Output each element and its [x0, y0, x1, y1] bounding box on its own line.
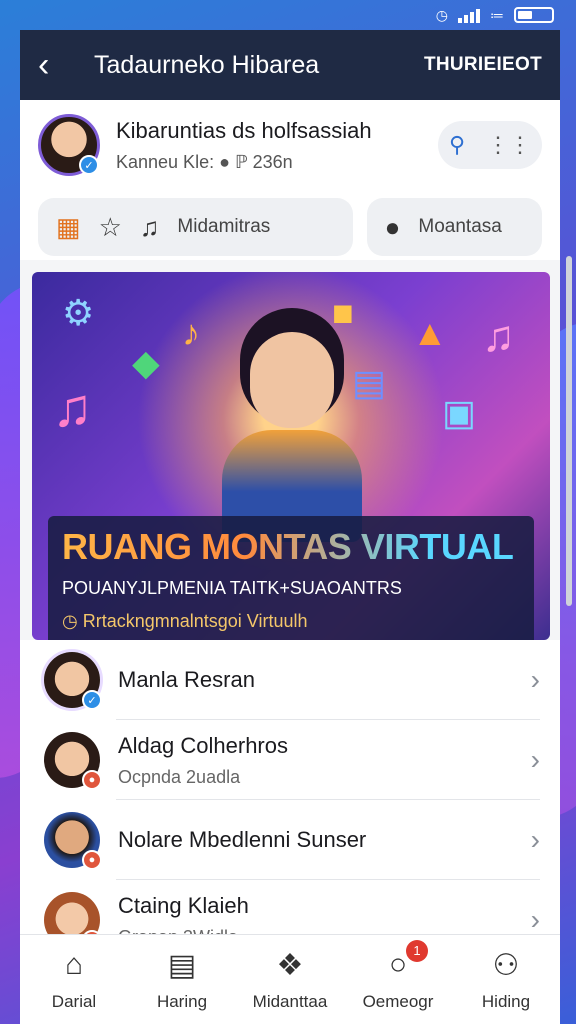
banner-caption: RUANG MONTAS VIRTUAL POUANYJLPMENIA TAIT…: [48, 516, 534, 640]
list-item[interactable]: ● Aldag Colherhros Ocpnda 2uadla ›: [20, 720, 560, 800]
tab-chat[interactable]: ○ 1 Oemeogr: [348, 939, 448, 1012]
tab-label: Haring: [156, 991, 208, 1011]
document-icon: ▤: [167, 948, 197, 982]
music-note-icon: ♪: [182, 312, 200, 353]
status-badge-icon: ●: [82, 770, 102, 790]
list-item-name: Aldag Colherhros: [118, 732, 288, 758]
status-badge-icon: ●: [82, 850, 102, 870]
music-note-icon: ♫: [52, 378, 93, 438]
tab-profile[interactable]: ⚇ Hiding: [456, 948, 556, 1012]
profile-name: Kibaruntias ds holfsassiah: [116, 117, 372, 143]
chip-moantasa[interactable]: ● Moantasa: [366, 198, 542, 256]
header-action-label[interactable]: THURIEIEOT: [424, 54, 542, 76]
banner-title: RUANG MONTAS VIRTUAL: [62, 526, 520, 568]
battery-icon: [514, 7, 554, 23]
art-supplies-icon: ▦: [56, 211, 81, 242]
chat-icon: ○: [388, 947, 408, 981]
profile-subtitle: Kanneu Kle: ● ℙ 236n: [116, 152, 438, 173]
app-window: ‹ Tadaurneko Hibarea THURIEIEOT ✓ Kibaru…: [20, 30, 560, 1024]
banner-meta-text: Rrtackngmnalntsgoi Virtuulh: [82, 611, 308, 631]
chevron-right-icon: ›: [530, 824, 540, 855]
verified-badge-icon: ✓: [79, 155, 99, 175]
lock-icon: ●: [384, 211, 401, 242]
banner-subtitle: POUANYJLPMENIA TAITK+SUAOANTRS: [62, 578, 402, 598]
clock-icon: ◷: [62, 611, 78, 631]
profile-count: 236n: [252, 151, 293, 172]
back-arrow-icon[interactable]: ‹: [38, 48, 78, 82]
tab-label: Darial: [51, 991, 97, 1011]
verified-badge-icon: ✓: [82, 690, 102, 710]
avatar: ●: [44, 812, 102, 870]
list-item[interactable]: ● Nolare Mbedlenni Sunser ›: [20, 800, 560, 880]
star-icon[interactable]: ☆: [99, 212, 122, 243]
alarm-icon: ◷: [435, 6, 448, 23]
signal-icon: [458, 7, 480, 23]
person-icon: ℙ: [234, 151, 248, 172]
grid-icon: ❖: [276, 948, 304, 982]
list-item-name: Nolare Mbedlenni Sunser: [118, 827, 367, 852]
profile-subtitle-text: Kanneu Kle:: [116, 151, 215, 172]
chip-label: Midamitras: [177, 216, 271, 237]
list-item-name: Ctaing Klaieh: [118, 892, 249, 918]
page-title: Tadaurneko Hibarea: [94, 50, 320, 79]
profile-actions: ⚲ ⋮⋮: [438, 121, 542, 169]
hero-illustration: [222, 312, 362, 542]
status-bar: ◷ ≔: [0, 0, 576, 30]
chevron-right-icon: ›: [530, 904, 540, 935]
tab-document[interactable]: ▤ Haring: [132, 948, 232, 1012]
notification-badge: 1: [406, 939, 428, 962]
gem-icon: ◆: [132, 342, 160, 383]
chevron-right-icon: ›: [530, 664, 540, 695]
chip-midamitras[interactable]: ▦ ☆ ♫ Midamitras: [38, 198, 353, 256]
profile-icon: ⚇: [492, 948, 520, 982]
profile-card: ✓ Kibaruntias ds holfsassiah Kanneu Kle:…: [20, 100, 560, 260]
scrollbar[interactable]: [566, 256, 572, 606]
tab-label: Hiding: [481, 991, 531, 1011]
music-note-icon: ♫: [482, 312, 515, 361]
avatar: ●: [44, 732, 102, 790]
tab-label: Oemeogr: [362, 991, 434, 1011]
tab-label: Midanttaa: [252, 991, 328, 1011]
video-card-icon: ▣: [442, 392, 477, 433]
avatar: ✓: [44, 652, 102, 710]
filter-icon[interactable]: ⋮⋮: [487, 132, 531, 158]
bottom-tab-bar: ⌂ Darial ▤ Haring ❖ Midanttaa ○ 1 Oemeog…: [20, 934, 560, 1024]
top-bar: ‹ Tadaurneko Hibarea THURIEIEOT: [20, 30, 560, 100]
chat-bubble-icon: ●: [219, 151, 230, 172]
hero-banner[interactable]: ⚙ ◆ ♫ ♪ ■ ▲ ♫ ▤ ▣ RUANG MONTAS VIRTUAL P…: [32, 272, 550, 640]
contact-list: ✓ Manla Resran › ● Aldag Colherhros Ocpn…: [20, 640, 560, 960]
tab-home[interactable]: ⌂ Darial: [24, 948, 124, 1012]
list-item-name: Manla Resran: [118, 667, 255, 692]
gear-icon: ⚙: [62, 292, 95, 333]
banner-meta: ◷ Rrtackngmnalntsgoi Virtuulh: [62, 611, 520, 632]
chip-row: ▦ ☆ ♫ Midamitras ● Moantasa: [38, 198, 542, 256]
chip-label: Moantasa: [418, 216, 502, 237]
avatar[interactable]: ✓: [38, 114, 100, 176]
search-icon[interactable]: ⚲: [449, 132, 465, 158]
list-item-subtitle: Ocpnda 2uadla: [118, 766, 241, 787]
home-icon: ⌂: [64, 947, 84, 981]
tab-grid[interactable]: ❖ Midanttaa: [240, 948, 340, 1012]
chevron-right-icon: ›: [530, 744, 540, 775]
chart-icon: ▲: [412, 312, 448, 353]
music-note-icon: ♫: [139, 211, 160, 242]
wifi-icon: ≔: [490, 6, 504, 23]
list-item[interactable]: ✓ Manla Resran ›: [20, 640, 560, 720]
